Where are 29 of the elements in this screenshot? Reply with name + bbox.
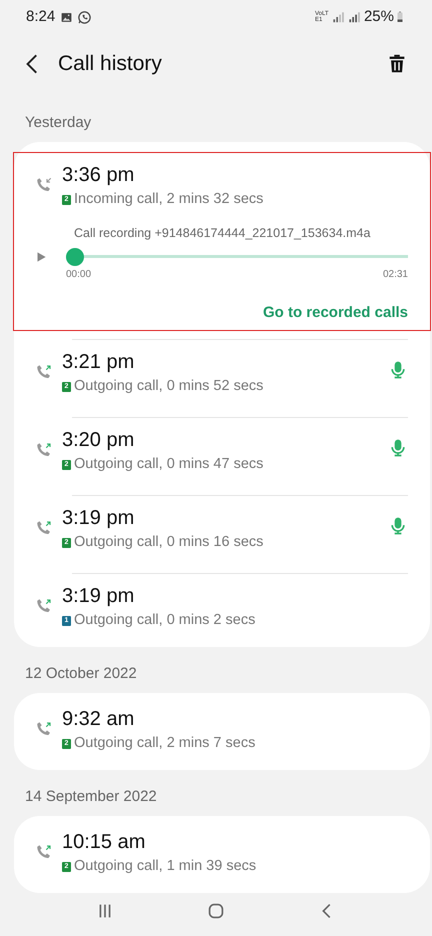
date-heading: Yesterday	[25, 112, 92, 132]
call-detail: Outgoing call, 2 mins 7 secs	[74, 734, 256, 754]
call-time: 10:15 am	[62, 830, 146, 854]
call-detail: Outgoing call, 0 mins 47 secs	[74, 455, 264, 474]
call-time: 3:19 pm	[62, 584, 136, 608]
gallery-icon	[60, 10, 74, 24]
battery-percent: 25%	[364, 6, 394, 27]
chat-icon	[77, 10, 92, 24]
date-heading: 14 September 2022	[25, 786, 157, 807]
call-time: 3:36 pm	[62, 163, 136, 187]
date-heading: 12 October 2022	[25, 664, 137, 684]
call-detail: Outgoing call, 1 min 39 secs	[74, 857, 256, 876]
elapsed-time: 00:00	[66, 268, 92, 282]
signal-icon	[346, 10, 361, 24]
call-time: 3:19 pm	[62, 506, 136, 530]
recording-file-name: Call recording +914846174444_221017_153634.m4a	[73, 225, 372, 242]
slider-thumb[interactable]	[66, 248, 84, 266]
call-detail: Outgoing call, 0 mins 2 secs	[74, 611, 256, 630]
total-duration: 02:31	[382, 268, 408, 282]
clock: 8:24	[26, 6, 56, 27]
call-detail: Outgoing call, 0 mins 52 secs	[74, 377, 264, 396]
signal-icon	[330, 10, 345, 24]
call-detail: Outgoing call, 0 mins 16 secs	[74, 533, 264, 552]
call-time: 9:32 am	[62, 707, 136, 732]
recorded-calls-link[interactable]: Go to recorded calls	[262, 302, 408, 324]
call-detail: Incoming call, 2 mins 32 secs	[74, 190, 264, 209]
call-time: 3:20 pm	[62, 428, 136, 452]
screen-title: Call history	[58, 51, 162, 78]
call-time: 3:21 pm	[62, 350, 136, 374]
